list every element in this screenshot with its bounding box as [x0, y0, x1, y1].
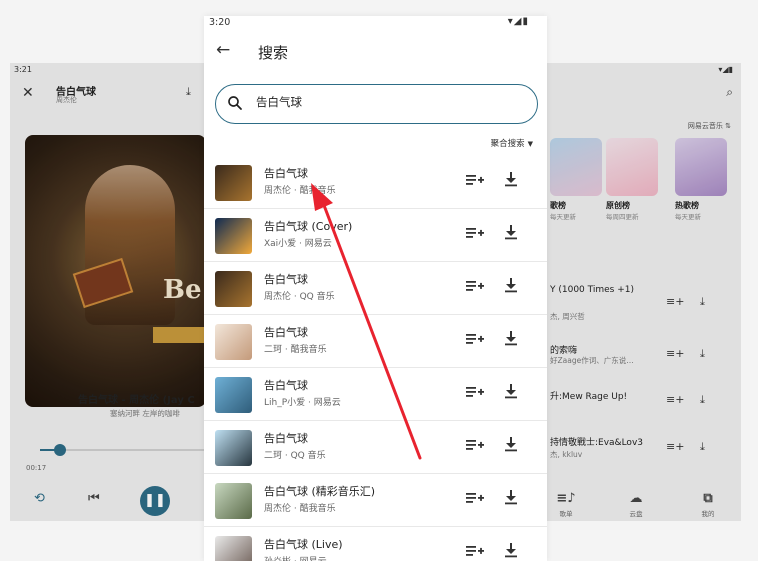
- result-title: 告白气球: [264, 326, 308, 339]
- caret-down-icon: ▼: [527, 140, 533, 148]
- download-icon[interactable]: [504, 171, 518, 187]
- result-row[interactable]: 告白气球周杰伦 · 酷我音乐: [204, 156, 547, 209]
- result-row[interactable]: 告白气球 (Cover) Xai小爱 · 网易云: [204, 209, 547, 262]
- aggregate-search-dropdown[interactable]: 聚合搜索 ▼: [491, 137, 533, 149]
- add-to-queue-icon[interactable]: [466, 278, 484, 294]
- download-icon[interactable]: [504, 224, 518, 240]
- album-thumbnail: [215, 483, 252, 519]
- result-row[interactable]: 告白气球 (精彩音乐汇) 周杰伦 · 酷我音乐: [204, 474, 547, 527]
- album-thumbnail: [215, 536, 252, 561]
- add-to-queue-icon[interactable]: [466, 172, 484, 188]
- album-thumbnail: [215, 324, 252, 360]
- result-artist-source: Lih_P小爱 · 网易云: [264, 398, 341, 408]
- status-time: 3:20: [209, 17, 231, 28]
- dim-overlay: [546, 63, 741, 521]
- result-title: 告白气球 (精彩音乐汇): [264, 485, 376, 498]
- add-to-queue-icon[interactable]: [466, 225, 484, 241]
- page-title: 搜索: [258, 44, 289, 62]
- background-charts-screen: ▾◢▮ ⌕ 网易云音乐 ⇅ 歌榜 每天更新 原创榜 每周四更新 热歌榜 每天更新…: [546, 63, 741, 521]
- result-artist-source: 二珂 · 酷我音乐: [264, 345, 327, 355]
- result-row[interactable]: 告白气球二珂 · 酷我音乐: [204, 315, 547, 368]
- search-screen: 3:20 ▾◢▮ ← 搜索 聚合搜索▼ 告白气球周杰伦 · 酷我音乐告白气球 (…: [204, 16, 547, 561]
- album-thumbnail: [215, 271, 252, 307]
- search-icon: [228, 96, 242, 110]
- add-to-queue-icon[interactable]: [466, 384, 484, 400]
- download-icon[interactable]: [504, 277, 518, 293]
- result-title: 告白气球: [264, 273, 308, 286]
- search-box[interactable]: [215, 84, 538, 124]
- result-row[interactable]: 告白气球周杰伦 · QQ 音乐: [204, 262, 547, 315]
- result-artist-source: 周杰伦 · 酷我音乐: [264, 186, 336, 196]
- album-thumbnail: [215, 377, 252, 413]
- result-title: 告白气球: [264, 432, 308, 445]
- album-thumbnail: [215, 218, 252, 254]
- add-to-queue-icon[interactable]: [466, 543, 484, 559]
- add-to-queue-icon[interactable]: [466, 331, 484, 347]
- result-artist-source: 二珂 · QQ 音乐: [264, 451, 326, 461]
- background-player-screen: 3:21 ✕ 告白气球 周杰伦 ⤓ Be 告白气球 - 周杰伦 (Jay C 塞…: [10, 63, 206, 521]
- result-row[interactable]: 告白气球 (Live) 孙焱彬 · 网易云: [204, 527, 547, 561]
- result-title: 告白气球 (Live): [264, 538, 343, 551]
- result-artist-source: 周杰伦 · QQ 音乐: [264, 292, 335, 302]
- status-icons: ▾◢▮: [507, 16, 529, 27]
- result-artist-source: 周杰伦 · 酷我音乐: [264, 504, 336, 514]
- result-artist-source: 孙焱彬 · 网易云: [264, 554, 327, 561]
- download-icon[interactable]: [504, 383, 518, 399]
- result-title: 告白气球 (Cover): [264, 220, 353, 233]
- result-row[interactable]: 告白气球二珂 · QQ 音乐: [204, 421, 547, 474]
- album-thumbnail: [215, 430, 252, 466]
- filter-label: 聚合搜索: [490, 139, 525, 149]
- download-icon[interactable]: [504, 330, 518, 346]
- add-to-queue-icon[interactable]: [466, 437, 484, 453]
- album-thumbnail: [215, 165, 252, 201]
- result-title: 告白气球: [264, 379, 308, 392]
- download-icon[interactable]: [504, 542, 518, 558]
- result-row[interactable]: 告白气球 Lih_P小爱 · 网易云: [204, 368, 547, 421]
- screenshot-stage: 3:21 ✕ 告白气球 周杰伦 ⤓ Be 告白气球 - 周杰伦 (Jay C 塞…: [0, 0, 758, 561]
- dim-overlay: [10, 63, 206, 521]
- add-to-queue-icon[interactable]: [466, 490, 484, 506]
- search-input[interactable]: [256, 95, 516, 109]
- download-icon[interactable]: [504, 489, 518, 505]
- download-icon[interactable]: [504, 436, 518, 452]
- back-arrow-icon[interactable]: ←: [216, 40, 236, 60]
- result-title: 告白气球: [264, 167, 308, 180]
- result-artist-source: Xai小爱 · 网易云: [264, 239, 332, 249]
